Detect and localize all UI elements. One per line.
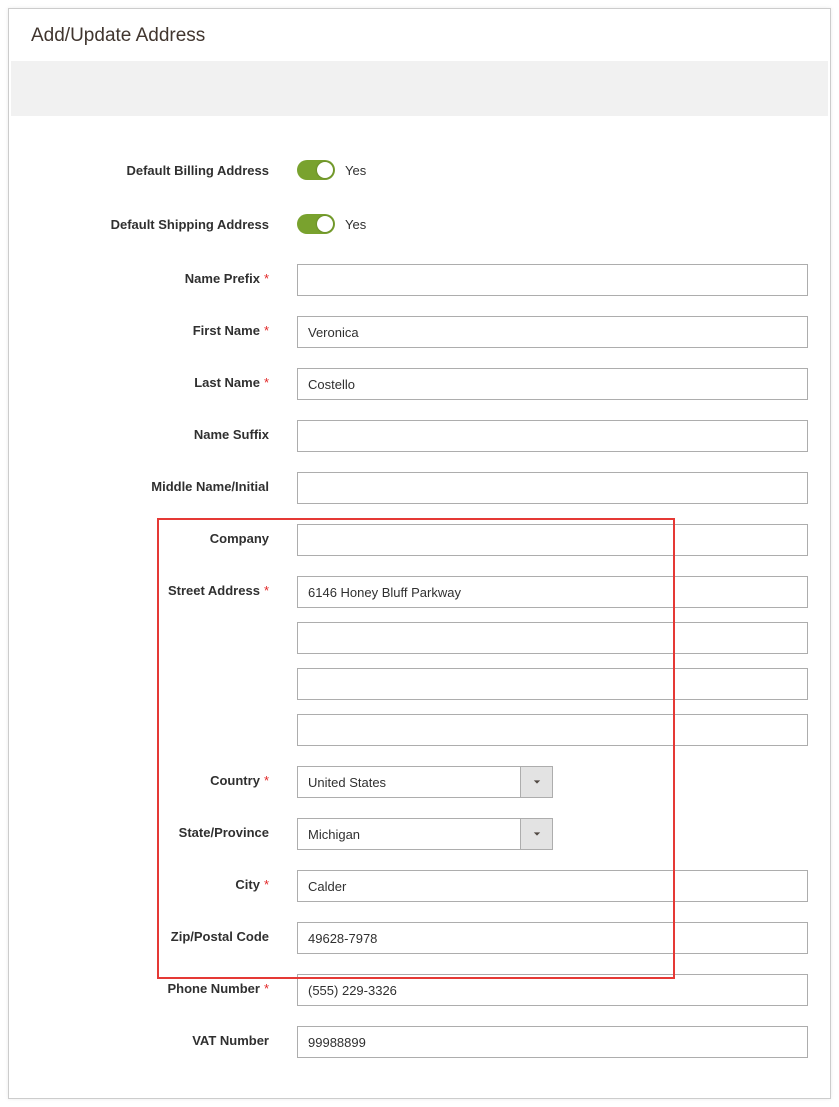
label-city: City [235,877,260,892]
label-state: State/Province [179,825,269,840]
input-street-2[interactable] [297,622,808,654]
toggle-default-billing-state: Yes [345,163,366,178]
select-state[interactable]: Michigan [297,818,553,850]
input-last-name[interactable] [297,368,808,400]
input-company[interactable] [297,524,808,556]
chevron-down-icon [520,767,552,797]
label-country: Country [210,773,260,788]
field-city: City * [31,870,808,902]
field-street: Street Address * [31,576,808,746]
required-mark: * [264,271,269,286]
input-middle[interactable] [297,472,808,504]
field-last-name: Last Name * [31,368,808,400]
select-country-value: United States [298,767,520,797]
field-vat: VAT Number [31,1026,808,1058]
sub-header-bar [11,61,828,116]
required-mark: * [264,323,269,338]
field-country: Country * United States [31,766,808,798]
label-first-name: First Name [193,323,260,338]
form-area: Default Billing Address Yes Default Ship… [9,116,830,1098]
required-mark: * [264,981,269,996]
input-zip[interactable] [297,922,808,954]
input-street-3[interactable] [297,668,808,700]
toggle-default-shipping[interactable] [297,214,335,234]
label-suffix: Name Suffix [194,427,269,442]
field-company: Company [31,524,808,556]
required-mark: * [264,773,269,788]
input-phone[interactable] [297,974,808,1006]
label-vat: VAT Number [192,1033,269,1048]
label-phone: Phone Number [167,981,259,996]
toggle-default-shipping-state: Yes [345,217,366,232]
label-last-name: Last Name [194,375,260,390]
label-street: Street Address [168,583,260,598]
input-street-4[interactable] [297,714,808,746]
field-default-billing: Default Billing Address Yes [31,156,808,180]
input-suffix[interactable] [297,420,808,452]
label-zip: Zip/Postal Code [171,929,269,944]
required-mark: * [264,583,269,598]
select-state-value: Michigan [298,819,520,849]
chevron-down-icon [520,819,552,849]
label-company: Company [210,531,269,546]
address-form-panel: Add/Update Address Default Billing Addre… [8,8,831,1099]
field-default-shipping: Default Shipping Address Yes [31,210,808,234]
field-phone: Phone Number * [31,974,808,1006]
label-default-billing: Default Billing Address [31,156,297,180]
field-prefix: Name Prefix * [31,264,808,296]
field-state: State/Province Michigan [31,818,808,850]
required-mark: * [264,877,269,892]
required-mark: * [264,375,269,390]
field-middle: Middle Name/Initial [31,472,808,504]
input-city[interactable] [297,870,808,902]
label-default-shipping: Default Shipping Address [31,210,297,234]
field-zip: Zip/Postal Code [31,922,808,954]
input-street-1[interactable] [297,576,808,608]
toggle-default-billing[interactable] [297,160,335,180]
field-suffix: Name Suffix [31,420,808,452]
select-country[interactable]: United States [297,766,553,798]
input-first-name[interactable] [297,316,808,348]
label-prefix: Name Prefix [185,271,260,286]
panel-title: Add/Update Address [9,9,830,61]
label-middle: Middle Name/Initial [151,479,269,494]
input-prefix[interactable] [297,264,808,296]
input-vat[interactable] [297,1026,808,1058]
field-first-name: First Name * [31,316,808,348]
